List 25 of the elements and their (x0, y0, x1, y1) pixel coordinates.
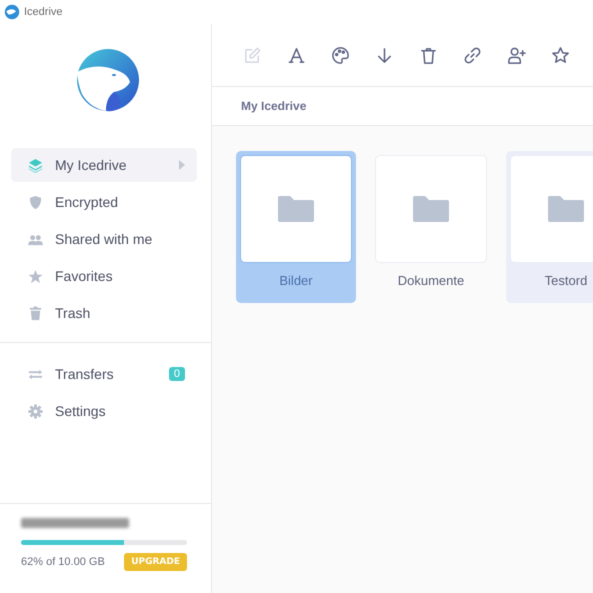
folder-name: Dokumente (398, 273, 464, 288)
storage-usage: 62% of 10.00 GB (21, 556, 105, 568)
folder-name: Testord (544, 273, 588, 288)
folder-icon (412, 195, 450, 223)
sidebar-item[interactable]: My Icedrive (11, 148, 197, 182)
breadcrumb[interactable]: My Icedrive (241, 99, 306, 113)
sidebar-item[interactable]: Shared with me (11, 222, 197, 256)
sidebar-item[interactable]: Trash (11, 296, 197, 330)
count-badge: 0 (168, 367, 185, 381)
window-title: Icedrive (24, 6, 63, 18)
sidebar-item[interactable]: Transfers 0 (11, 357, 197, 391)
folder-name: Bilder (279, 273, 313, 288)
trash-icon (28, 306, 43, 320)
folder-icon (277, 195, 315, 223)
folder-card[interactable]: Testord (506, 151, 593, 303)
sidebar-item[interactable]: Encrypted (11, 185, 197, 219)
folder-icon (547, 195, 585, 223)
shield-icon (28, 194, 43, 210)
settings-icon (28, 404, 43, 418)
sidebar-item[interactable]: Favorites (11, 259, 197, 293)
sidebar-item[interactable]: Settings (11, 394, 197, 428)
star-icon (28, 268, 43, 284)
layers-icon (28, 158, 43, 172)
app-logo-icon (4, 4, 20, 20)
polar-bear-logo (76, 48, 140, 112)
